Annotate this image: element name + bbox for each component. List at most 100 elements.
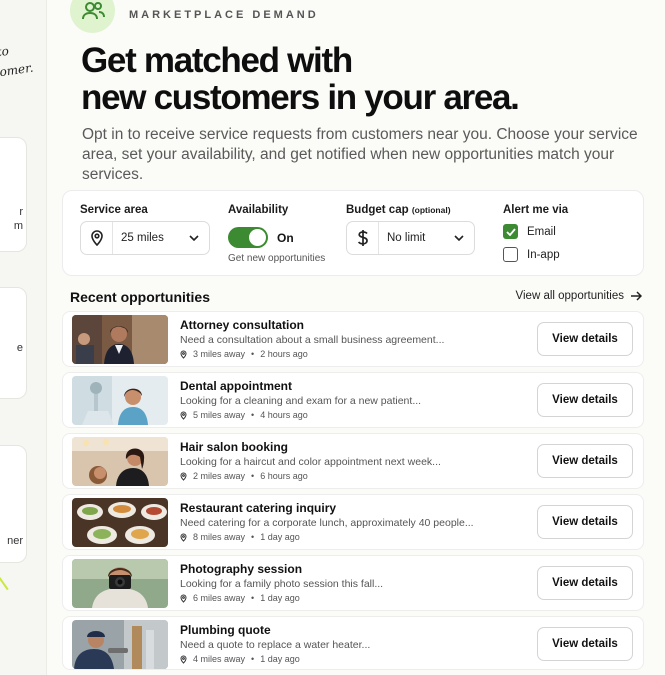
list-item[interactable]: Attorney consultation Need a consultatio… xyxy=(62,311,644,367)
availability-subtext: Get new opportunities xyxy=(228,253,326,264)
budget-value: No limit xyxy=(387,232,426,244)
item-time: 1 day ago xyxy=(260,654,300,664)
item-meta: 5 miles away • 4 hours ago xyxy=(180,410,308,420)
item-meta: 2 miles away • 6 hours ago xyxy=(180,471,308,481)
eyebrow-label: MARKETPLACE DEMAND xyxy=(129,9,319,21)
page-description: Opt in to receive service requests from … xyxy=(82,126,638,183)
separator: • xyxy=(251,593,255,603)
item-title: Restaurant catering inquiry xyxy=(180,501,337,515)
view-details-button[interactable]: View details xyxy=(537,383,633,417)
item-meta: 6 miles away • 1 day ago xyxy=(180,593,300,603)
item-time: 1 day ago xyxy=(260,593,300,603)
section-title: Recent opportunities xyxy=(70,289,211,305)
budget-label-text: Budget cap xyxy=(346,204,409,216)
service-area-value: 25 miles xyxy=(121,232,164,244)
item-distance: 8 miles away xyxy=(193,532,246,542)
inapp-option-label: In-app xyxy=(527,248,560,261)
alert-label: Alert me via xyxy=(503,204,569,216)
arrow-right-icon xyxy=(631,291,642,301)
separator: • xyxy=(251,471,255,481)
budget-label: Budget cap (optional) xyxy=(346,204,451,216)
view-all-label: View all opportunities xyxy=(515,290,624,302)
item-title: Dental appointment xyxy=(180,379,293,393)
item-description: Need a consultation about a small busine… xyxy=(180,334,445,346)
dentist-photo xyxy=(72,376,168,425)
availability-label: Availability xyxy=(228,204,289,216)
item-description: Looking for a family photo session this … xyxy=(180,578,384,590)
view-details-button[interactable]: View details xyxy=(537,566,633,600)
side-card[interactable]: r m xyxy=(0,137,27,252)
budget-select[interactable]: No limit xyxy=(346,221,475,255)
handwritten-note: to omer. xyxy=(0,38,35,82)
side-card-text: e xyxy=(16,342,23,354)
location-pin-icon xyxy=(180,350,187,359)
view-details-button[interactable]: View details xyxy=(537,444,633,478)
item-description: Need a quote to replace a water heater..… xyxy=(180,639,371,651)
service-area-label: Service area xyxy=(80,204,148,216)
side-card-text: m xyxy=(13,220,23,232)
separator: • xyxy=(251,532,255,542)
list-item[interactable]: Restaurant catering inquiry Need caterin… xyxy=(62,494,644,550)
view-all-link[interactable]: View all opportunities xyxy=(516,290,642,302)
item-time: 1 day ago xyxy=(260,532,300,542)
item-meta: 8 miles away • 1 day ago xyxy=(180,532,300,542)
separator: • xyxy=(251,410,255,420)
catering-photo xyxy=(72,498,168,547)
toggle-knob xyxy=(249,229,266,246)
separator: • xyxy=(251,654,255,664)
location-pin-icon xyxy=(180,594,187,603)
inapp-checkbox[interactable] xyxy=(503,247,518,262)
item-title: Hair salon booking xyxy=(180,440,289,454)
item-meta: 3 miles away • 2 hours ago xyxy=(180,349,308,359)
availability-toggle[interactable] xyxy=(228,227,268,248)
item-meta: 4 miles away • 1 day ago xyxy=(180,654,300,664)
item-distance: 2 miles away xyxy=(193,471,246,481)
email-alert-option[interactable]: Email xyxy=(503,224,556,239)
side-card[interactable]: ner xyxy=(0,445,27,563)
item-description: Looking for a haircut and color appointm… xyxy=(180,456,441,468)
location-pin-icon xyxy=(81,222,113,254)
list-item[interactable]: Photography session Looking for a family… xyxy=(62,555,644,611)
location-pin-icon xyxy=(180,533,187,542)
email-checkbox[interactable] xyxy=(503,224,518,239)
settings-panel: Service area 25 miles Availability On Ge… xyxy=(62,190,644,276)
location-pin-icon xyxy=(180,472,187,481)
location-pin-icon xyxy=(180,411,187,420)
item-title: Photography session xyxy=(180,562,303,576)
view-details-button[interactable]: View details xyxy=(537,322,633,356)
item-title: Plumbing quote xyxy=(180,623,271,637)
item-time: 6 hours ago xyxy=(260,471,308,481)
left-panel: to omer. r m e ner xyxy=(0,0,47,675)
users-icon xyxy=(81,1,105,19)
title-line-2: new customers in your area. xyxy=(81,78,520,117)
chevron-down-icon xyxy=(454,235,464,241)
budget-optional-text: (optional) xyxy=(411,205,451,215)
list-item[interactable]: Dental appointment Looking for a cleanin… xyxy=(62,372,644,428)
list-item[interactable]: Plumbing quote Need a quote to replace a… xyxy=(62,616,644,670)
location-pin-icon xyxy=(180,655,187,664)
email-option-label: Email xyxy=(527,225,556,238)
view-details-button[interactable]: View details xyxy=(537,505,633,539)
item-description: Need catering for a corporate lunch, app… xyxy=(180,517,474,529)
availability-state: On xyxy=(277,231,294,245)
item-distance: 6 miles away xyxy=(193,593,246,603)
chevron-down-icon xyxy=(189,235,199,241)
note-line: omer. xyxy=(0,60,35,80)
separator: • xyxy=(251,349,255,359)
plumber-photo xyxy=(72,620,168,669)
item-time: 2 hours ago xyxy=(260,349,308,359)
attorney-photo xyxy=(72,315,168,364)
inapp-alert-option[interactable]: In-app xyxy=(503,247,560,262)
page-title: Get matched with new customers in your a… xyxy=(81,42,641,116)
view-details-button[interactable]: View details xyxy=(537,627,633,661)
salon-photo xyxy=(72,437,168,486)
item-distance: 3 miles away xyxy=(193,349,246,359)
eyebrow-row: MARKETPLACE DEMAND xyxy=(70,0,319,33)
side-card[interactable]: e xyxy=(0,287,27,399)
side-card-text: ner xyxy=(7,535,23,547)
item-distance: 4 miles away xyxy=(193,654,246,664)
list-item[interactable]: Hair salon booking Looking for a haircut… xyxy=(62,433,644,489)
item-time: 4 hours ago xyxy=(260,410,308,420)
decorative-stroke xyxy=(0,565,19,591)
service-area-select[interactable]: 25 miles xyxy=(80,221,210,255)
